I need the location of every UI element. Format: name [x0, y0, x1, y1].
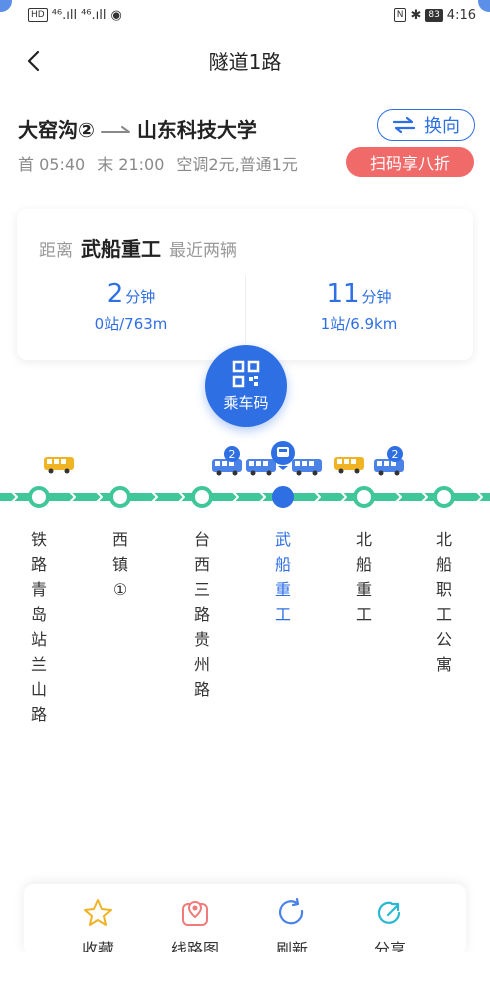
chevron-right-icon: [11, 491, 18, 503]
reverse-direction-label: 换向: [424, 116, 460, 137]
route-origin: 大窑沟②: [18, 118, 95, 142]
route-map-button[interactable]: 线路图: [155, 898, 235, 956]
bottom-action-bar: 收藏 线路图 刷新 分享: [24, 884, 466, 956]
stop-name[interactable]: 武船重工: [271, 527, 295, 627]
bus-count-badge: 2: [387, 446, 403, 462]
stop-marker[interactable]: [191, 486, 213, 508]
chevron-right-icon: [259, 491, 266, 503]
status-left: HD ⁴⁶.ıll ⁴⁶.ıll ◉: [28, 8, 122, 23]
stop-name[interactable]: 北船重工: [352, 527, 376, 627]
map-pin-icon: [182, 900, 208, 926]
stop-name[interactable]: 北船职工公寓: [432, 527, 456, 677]
eta-minutes: 11: [326, 279, 360, 309]
current-stop-pin-icon: [271, 441, 295, 470]
next-bus-1: 2 分钟 0站/763m: [17, 279, 245, 334]
corner-decoration: [0, 0, 12, 12]
direction-arrow-icon: [100, 125, 130, 133]
qr-code-icon: [232, 360, 260, 387]
stop-marker[interactable]: [28, 486, 50, 508]
refresh-icon: [279, 898, 304, 925]
next-bus-2: 11 分钟 1站/6.9km: [245, 279, 473, 334]
share-button[interactable]: 分享: [350, 898, 430, 956]
refresh-button[interactable]: 刷新: [252, 898, 332, 956]
hotspot-icon: ◉: [110, 7, 122, 23]
hd-icon: HD: [28, 8, 48, 22]
chevron-right-icon: [232, 491, 239, 503]
route-info: 首 05:40 末 21:00 空调2元,普通1元: [18, 151, 298, 175]
status-bar: HD ⁴⁶.ıll ⁴⁶.ıll ◉ N ✱ 83 4:16: [0, 0, 490, 30]
last-bus-time: 末 21:00: [97, 155, 165, 174]
chevron-right-icon: [96, 491, 103, 503]
stop-marker[interactable]: [109, 486, 131, 508]
clock-time: 4:16: [446, 7, 476, 23]
stop-name[interactable]: 西镇①: [108, 527, 132, 602]
arrival-card: 距离 武船重工 最近两辆 2 分钟 0站/763m 11 分钟 1站/6.9km: [17, 209, 473, 360]
reverse-direction-button[interactable]: 换向: [377, 109, 475, 141]
eta-detail: 0站/763m: [94, 315, 168, 333]
arrival-suffix: 最近两辆: [169, 241, 237, 261]
arrival-header: 距离 武船重工 最近两辆: [39, 233, 237, 262]
arrival-stop-name: 武船重工: [81, 237, 161, 261]
current-stop-marker[interactable]: [272, 486, 294, 508]
chevron-right-icon: [395, 491, 402, 503]
stop-marker[interactable]: [433, 486, 455, 508]
ride-qr-code-button[interactable]: 乘车码: [205, 345, 287, 427]
fare-info: 空调2元,普通1元: [176, 155, 298, 174]
route-direction: 大窑沟② 山东科技大学: [18, 114, 257, 143]
bottom-safe-area: [0, 952, 490, 1000]
bluetooth-icon: ✱: [410, 7, 422, 23]
eta-detail: 1站/6.9km: [320, 315, 398, 333]
eta-unit: 分钟: [361, 288, 392, 306]
status-right: N ✱ 83 4:16: [393, 7, 476, 23]
nav-bar: 隧道1路: [0, 34, 490, 86]
yellow-bus-icon: [334, 457, 364, 474]
corner-decoration: [478, 0, 490, 12]
chevron-right-icon: [69, 491, 76, 503]
battery-icon: 83: [425, 8, 443, 22]
stop-name[interactable]: 铁路青岛站兰山路: [27, 527, 51, 727]
scan-discount-button[interactable]: 扫码享八折: [346, 147, 474, 177]
favorite-button[interactable]: 收藏: [58, 898, 138, 956]
signal-icon: ⁴⁶.ıll: [51, 7, 78, 23]
nfc-icon: N: [393, 8, 407, 22]
bus-count-badge: 2: [224, 446, 240, 462]
share-icon: [377, 901, 401, 924]
chevron-right-icon: [476, 491, 483, 503]
chevron-right-icon: [421, 491, 428, 503]
bus-icon: [374, 459, 404, 476]
star-icon: [84, 899, 112, 926]
chevron-right-icon: [340, 491, 347, 503]
eta-minutes: 2: [106, 279, 124, 309]
page-title: 隧道1路: [208, 50, 282, 74]
route-destination: 山东科技大学: [136, 118, 257, 142]
ride-qr-code-label: 乘车码: [223, 393, 269, 412]
stop-marker[interactable]: [353, 486, 375, 508]
arrival-prefix: 距离: [39, 241, 73, 261]
chevron-right-icon: [314, 491, 321, 503]
signal-icon: ⁴⁶.ıll: [81, 7, 107, 23]
stop-name[interactable]: 台西三路贵州路: [190, 527, 214, 702]
yellow-bus-icon: [44, 457, 74, 474]
first-bus-time: 首 05:40: [18, 155, 86, 174]
chevron-right-icon: [151, 491, 158, 503]
chevron-right-icon: [178, 491, 185, 503]
swap-icon: [392, 116, 416, 134]
eta-unit: 分钟: [125, 288, 156, 306]
